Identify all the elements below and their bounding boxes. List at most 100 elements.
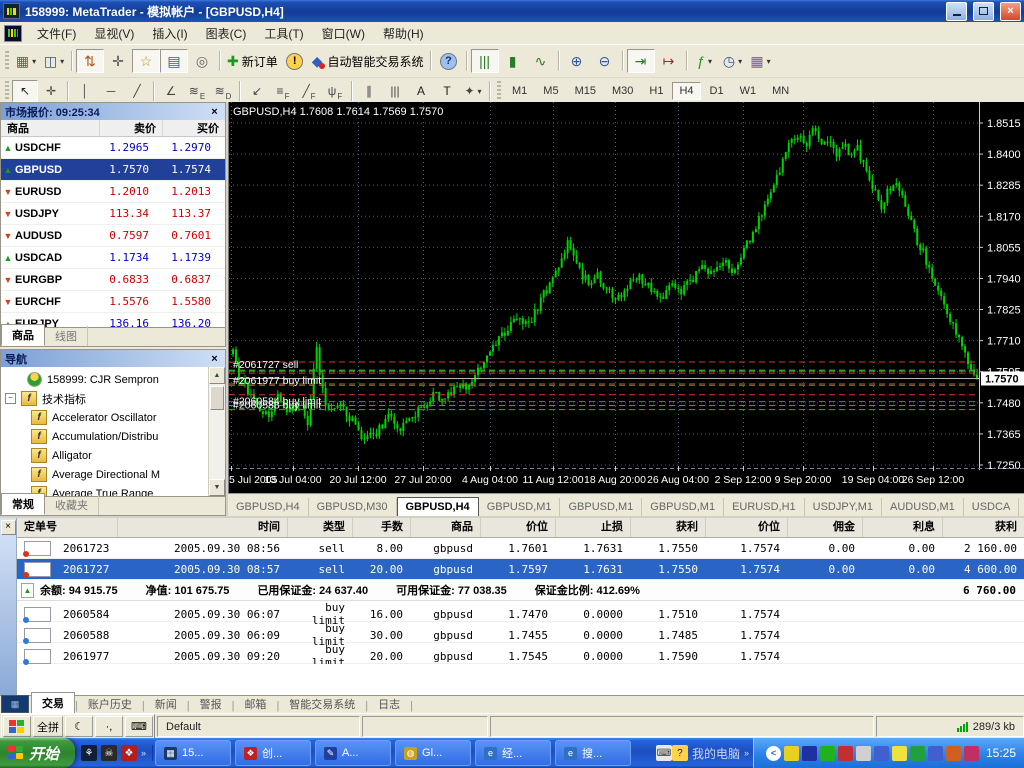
navigator-indicators-group[interactable]: −f技术指标 [1, 389, 208, 408]
ime-status-icon[interactable]: ▦ [1, 695, 29, 713]
chart-tab-5[interactable]: GBPUSD,M1 [642, 498, 724, 516]
chart-tab-7[interactable]: USDJPY,M1 [805, 498, 882, 516]
crosshair-button[interactable]: ✛ [38, 80, 64, 102]
chart-tab-4[interactable]: GBPUSD,M1 [560, 498, 642, 516]
terminal-col-1[interactable]: 时间 [117, 518, 287, 537]
navigator-indicator-item[interactable]: fAverage Directional M [1, 465, 208, 484]
timeframe-w1-button[interactable]: W1 [733, 82, 764, 100]
close-icon[interactable]: × [208, 106, 221, 118]
keyboard-tray-button[interactable]: ⌨ [656, 745, 672, 761]
chart-tab-8[interactable]: AUDUSD,M1 [882, 498, 964, 516]
fibo-retracement-button[interactable]: ≡F [270, 80, 296, 102]
taskbar-task-1[interactable]: ❖创... [235, 740, 311, 766]
terminal-col-3[interactable]: 手数 [352, 518, 410, 537]
market-watch-row-usdchf[interactable]: ▲USDCHF1.29651.2970 [1, 137, 225, 159]
chart-tab-1[interactable]: GBPUSD,M30 [309, 498, 397, 516]
my-computer-toolbar[interactable]: 我的电脑 [692, 745, 740, 762]
market-watch-row-eurusd[interactable]: ▼EURUSD1.20101.2013 [1, 181, 225, 203]
market-watch-row-eurchf[interactable]: ▼EURCHF1.55761.5580 [1, 291, 225, 313]
navigator-toggle-button[interactable]: ☆ [132, 49, 160, 73]
minimize-button[interactable] [946, 2, 967, 21]
dropdown-arrow-icon[interactable]: ▾ [32, 57, 36, 66]
tray-icon-5[interactable] [874, 746, 889, 761]
quick-launch-icon-2[interactable]: ☠ [101, 745, 117, 761]
menu-item-3[interactable]: 图表(C) [197, 22, 256, 45]
dropdown-arrow-icon[interactable]: ▾ [767, 57, 771, 66]
cycle-lines-button[interactable]: ||| [382, 80, 408, 102]
start-button[interactable]: 开始 [0, 738, 75, 768]
ime-logo-icon[interactable] [3, 716, 31, 737]
navigator-scrollbar[interactable]: ▲ ▼ [208, 367, 225, 496]
timeframe-m1-button[interactable]: M1 [505, 82, 534, 100]
tray-icon-9[interactable] [946, 746, 961, 761]
text-label-button[interactable]: T [434, 80, 460, 102]
help-tray-button[interactable]: ? [672, 745, 688, 761]
zoom-out-button[interactable]: ⊖ [591, 49, 619, 73]
dropdown-arrow-icon[interactable]: ▾ [708, 57, 712, 66]
terminal-col-0[interactable]: 定单号 [17, 518, 117, 537]
auto-trading-button[interactable]: ◆自动智能交易系统 [309, 49, 427, 73]
terminal-tab-邮箱[interactable]: 邮箱 [234, 694, 276, 714]
tray-icon-10[interactable] [964, 746, 979, 761]
punctuation-icon[interactable]: ·, [95, 716, 123, 737]
quick-launch-icon-1[interactable]: ⚘ [81, 745, 97, 761]
chart-shift-button[interactable]: ↦ [655, 49, 683, 73]
pending-order-row-2060584[interactable]: 20605842005.09.30 06:07buy limit16.00gbp… [17, 601, 1024, 622]
new-chart-button[interactable]: ▦▾ [12, 49, 40, 73]
market-watch-row-audusd[interactable]: ▼AUDUSD0.75970.7601 [1, 225, 225, 247]
help-button[interactable]: ? [435, 49, 463, 73]
chart-line-button[interactable]: ∿ [527, 49, 555, 73]
text-button[interactable]: A [408, 80, 434, 102]
timeframe-mn-button[interactable]: MN [765, 82, 796, 100]
templates-button[interactable]: ▦▾ [747, 49, 775, 73]
terminal-tab-日志[interactable]: 日志 [368, 694, 410, 714]
terminal-tab-新闻[interactable]: 新闻 [145, 694, 187, 714]
timeframe-d1-button[interactable]: D1 [703, 82, 731, 100]
tray-icon-6[interactable] [892, 746, 907, 761]
tray-icon-0[interactable] [784, 746, 799, 761]
close-icon[interactable]: × [208, 353, 221, 365]
tray-icon-2[interactable] [820, 746, 835, 761]
menu-item-4[interactable]: 工具(T) [255, 22, 312, 45]
collapse-icon[interactable]: − [5, 393, 16, 404]
tray-icon-1[interactable] [802, 746, 817, 761]
strategy-tester-button[interactable]: ◎ [188, 49, 216, 73]
menu-item-0[interactable]: 文件(F) [28, 22, 85, 45]
chart-window-icon[interactable] [4, 25, 22, 42]
scroll-up-icon[interactable]: ▲ [209, 367, 225, 384]
terminal-col-2[interactable]: 类型 [287, 518, 352, 537]
market-watch-row-usdcad[interactable]: ▲USDCAD1.17341.1739 [1, 247, 225, 269]
market-watch-row-eurgbp[interactable]: ▼EURGBP0.68330.6837 [1, 269, 225, 291]
timeframe-m30-button[interactable]: M30 [605, 82, 640, 100]
market-watch-tab-线图[interactable]: 线图 [45, 326, 88, 346]
fibo-fan-button[interactable]: ╱F [296, 80, 322, 102]
chart-tab-3[interactable]: GBPUSD,M1 [479, 498, 561, 516]
chart-tab-2[interactable]: GBPUSD,H4 [397, 497, 479, 517]
taskbar-task-0[interactable]: ▦15... [155, 740, 231, 766]
trendline-button[interactable]: ╱ [124, 80, 150, 102]
periods-button[interactable]: ◷▾ [719, 49, 747, 73]
chart-bars-button[interactable]: ||| [471, 49, 499, 73]
tray-icon-8[interactable] [928, 746, 943, 761]
keyboard-icon[interactable]: ⌨ [125, 716, 153, 737]
timeframe-h4-button[interactable]: H4 [672, 82, 700, 100]
terminal-col-5[interactable]: 价位 [480, 518, 555, 537]
horizontal-line-button[interactable]: ─ [98, 80, 124, 102]
terminal-col-11[interactable]: 获利 [942, 518, 1024, 537]
market-watch-tab-商品[interactable]: 商品 [1, 324, 45, 346]
terminal-tab-警报[interactable]: 警报 [190, 694, 232, 714]
terminal-tab-账户历史[interactable]: 账户历史 [78, 694, 142, 714]
terminal-col-6[interactable]: 止损 [555, 518, 630, 537]
zoom-in-button[interactable]: ⊕ [563, 49, 591, 73]
taskbar-task-5[interactable]: e搜... [555, 740, 631, 766]
dropdown-arrow-icon[interactable]: ▾ [478, 87, 482, 96]
navigator-tab-常规[interactable]: 常规 [1, 493, 45, 515]
terminal-col-7[interactable]: 获利 [630, 518, 705, 537]
navigator-indicator-item[interactable]: fAlligator [1, 446, 208, 465]
scroll-thumb[interactable] [210, 386, 224, 410]
chart-tab-0[interactable]: GBPUSD,H4 [228, 498, 309, 516]
tray-collapse-icon[interactable]: < [766, 746, 781, 761]
terminal-col-8[interactable]: 价位 [705, 518, 787, 537]
expert-advisors-button[interactable]: ! [281, 49, 309, 73]
navigator-indicator-item[interactable]: fAccelerator Oscillator [1, 408, 208, 427]
